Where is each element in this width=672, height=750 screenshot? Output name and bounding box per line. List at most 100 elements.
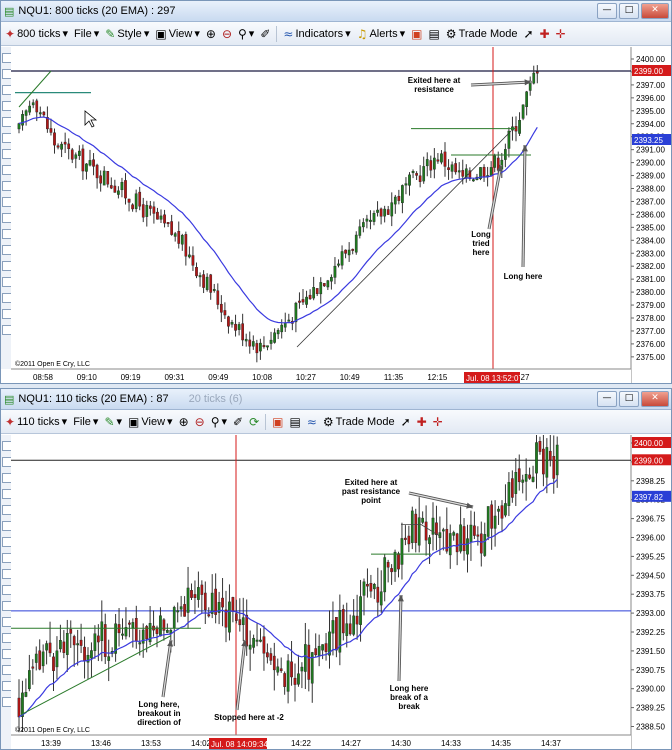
top-candle-body bbox=[255, 343, 259, 354]
bottom-candle-body bbox=[193, 594, 197, 598]
copyright-text: ©2011 Open E Cry, LLC bbox=[15, 360, 90, 368]
price-tick-label: 2396.75 bbox=[636, 515, 665, 524]
price-tick-label: 2392.25 bbox=[636, 628, 665, 637]
draw-icon[interactable]: ✐ bbox=[260, 27, 270, 41]
bottom-candle-body bbox=[179, 606, 183, 610]
close-icon[interactable]: ✕ bbox=[641, 391, 669, 407]
bottom-candle-body bbox=[228, 601, 231, 633]
top-window-title: NQU1: 800 ticks (20 EMA) : 297 bbox=[18, 5, 176, 17]
bottom-title-bar[interactable]: ▤ NQU1: 110 ticks (20 EMA) : 87 20 ticks… bbox=[1, 389, 671, 410]
minimize-icon[interactable]: — bbox=[597, 391, 617, 407]
bottom-candle-body bbox=[397, 553, 400, 570]
bottom-candle-body bbox=[348, 623, 352, 635]
style-button[interactable]: ✎ Style ▾ bbox=[105, 27, 149, 41]
style-icon[interactable]: ✎ ▾ bbox=[104, 415, 122, 429]
cursor-icon[interactable]: ➚ bbox=[401, 415, 411, 429]
zoom-menu-icon[interactable]: ⚲ ▾ bbox=[211, 415, 227, 429]
instrument-selector[interactable]: ✦ 800 ticks ▾ bbox=[5, 27, 68, 41]
crosshair-alt-icon[interactable]: ✛ bbox=[433, 415, 443, 429]
bars-icon[interactable]: ▤ bbox=[428, 27, 439, 41]
top-candle-body bbox=[433, 157, 436, 170]
price-tick-label: 2396.00 bbox=[636, 534, 665, 543]
bottom-candle-body bbox=[331, 620, 335, 634]
bottom-candle-body bbox=[369, 583, 373, 592]
top-candle-body bbox=[67, 143, 71, 150]
menu-file[interactable]: File ▾ bbox=[74, 27, 99, 41]
top-candle-body bbox=[521, 104, 525, 119]
annotation-exit: Exited here at bbox=[345, 478, 398, 487]
top-candle-body bbox=[38, 112, 42, 115]
annotation-stopped: Stopped here at -2 bbox=[214, 713, 284, 722]
alerts-button[interactable]: ♫ Alerts ▾ bbox=[357, 27, 405, 41]
bottom-candle-body bbox=[417, 517, 421, 546]
time-tick-label: 09:10 bbox=[77, 373, 98, 382]
trade-icon: ⚙ bbox=[445, 26, 457, 41]
top-candle-body bbox=[504, 149, 507, 160]
indicators-icon[interactable]: ≈ bbox=[307, 415, 317, 429]
chevron-down-icon: ▾ bbox=[61, 416, 68, 428]
bottom-candle-body bbox=[359, 596, 362, 625]
bottom-candle-body bbox=[59, 640, 62, 650]
price-marker-1: 2400.00 bbox=[634, 439, 663, 448]
top-candle-body bbox=[390, 202, 394, 217]
top-candle-body bbox=[273, 332, 276, 343]
crosshair-icon[interactable]: ✚ bbox=[540, 27, 550, 41]
annotation-long-breakout: direction of bbox=[137, 718, 181, 727]
price-tick-label: 2393.00 bbox=[636, 609, 665, 618]
time-tick-label: 14:37 bbox=[541, 739, 562, 748]
top-candle-body bbox=[276, 330, 280, 335]
annotation-exit: Exited here at bbox=[408, 76, 461, 85]
top-candle-body bbox=[42, 111, 46, 116]
minimize-icon[interactable]: — bbox=[597, 3, 617, 19]
close-icon[interactable]: ✕ bbox=[641, 3, 669, 19]
price-tick-label: 2385.00 bbox=[636, 223, 665, 232]
zoom-menu-icon[interactable]: ⚲ ▾ bbox=[238, 27, 254, 41]
bottom-candle-body bbox=[72, 636, 76, 646]
top-candle-body bbox=[457, 170, 461, 173]
time-tick-label: 09:49 bbox=[208, 373, 229, 382]
cursor-icon[interactable]: ➚ bbox=[523, 27, 533, 41]
top-candle-body bbox=[379, 208, 383, 217]
crosshair-icon[interactable]: ✚ bbox=[417, 415, 427, 429]
top-candle-body bbox=[230, 322, 234, 325]
color-icon[interactable]: ▣ bbox=[272, 415, 283, 429]
top-candle-body bbox=[322, 283, 326, 287]
zoom-out-icon[interactable]: ⊖ bbox=[222, 27, 232, 41]
bottom-candle-body bbox=[531, 476, 535, 482]
bottom-candle-body bbox=[252, 637, 255, 648]
crosshair-alt-icon[interactable]: ✛ bbox=[556, 27, 566, 41]
bottom-candle-body bbox=[65, 633, 69, 655]
instrument-selector[interactable]: ✦ 110 ticks ▾ bbox=[5, 415, 67, 429]
view-button[interactable]: ▣ View ▾ bbox=[128, 415, 173, 429]
view-button[interactable]: ▣ View ▾ bbox=[155, 27, 200, 41]
top-candle-body bbox=[81, 148, 85, 172]
bottom-candle-body bbox=[186, 587, 190, 613]
menu-file[interactable]: File ▾ bbox=[73, 415, 98, 429]
draw-icon[interactable]: ✐ bbox=[233, 415, 243, 429]
zoom-in-icon[interactable]: ⊕ bbox=[206, 27, 216, 41]
top-candle-body bbox=[127, 198, 131, 203]
maximize-icon[interactable]: □ bbox=[619, 3, 639, 19]
trade-mode-button[interactable]: ⚙ Trade Mode bbox=[323, 415, 395, 429]
bottom-candle-body bbox=[24, 692, 28, 697]
color-icon[interactable]: ▣ bbox=[411, 27, 422, 41]
price-tick-label: 2396.00 bbox=[636, 94, 665, 103]
top-price-chart[interactable]: 2400.002398.002397.002396.002395.002394.… bbox=[11, 47, 671, 384]
bars-icon[interactable]: ▤ bbox=[290, 415, 301, 429]
zoom-in-icon[interactable]: ⊕ bbox=[179, 415, 189, 429]
indicators-button[interactable]: ≈ Indicators ▾ bbox=[283, 27, 350, 41]
trade-mode-button[interactable]: ⚙ Trade Mode bbox=[446, 27, 518, 41]
annotation-exit: point bbox=[361, 496, 381, 505]
bottom-candle-body bbox=[324, 643, 328, 652]
refresh-icon[interactable]: ⟳ bbox=[249, 415, 259, 429]
bottom-candle-body bbox=[500, 505, 504, 519]
price-tick-label: 2398.25 bbox=[636, 477, 665, 486]
bottom-price-chart[interactable]: 2400.00 2399.00 2398.25 2397.82 2396.75 2396.… bbox=[11, 435, 671, 750]
top-candle-body bbox=[145, 204, 149, 217]
time-tick-label: 08:58 bbox=[33, 373, 54, 382]
pin-icon: ✦ bbox=[5, 26, 16, 41]
maximize-icon[interactable]: □ bbox=[619, 391, 639, 407]
annotation-long-tried: here bbox=[473, 248, 490, 257]
zoom-out-icon[interactable]: ⊖ bbox=[195, 415, 205, 429]
top-title-bar[interactable]: ▤ NQU1: 800 ticks (20 EMA) : 297 — □ ✕ bbox=[1, 1, 671, 22]
